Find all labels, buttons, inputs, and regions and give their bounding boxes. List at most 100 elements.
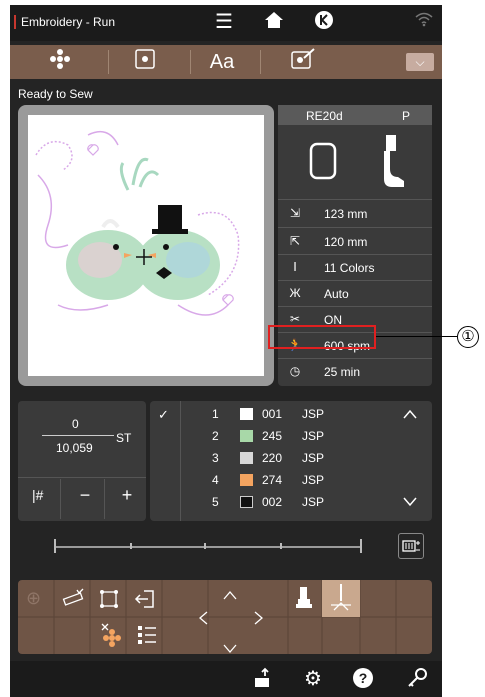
hoop-size: RE20d <box>306 109 343 123</box>
stitch-minus-button[interactable]: − <box>70 485 100 506</box>
home-icon[interactable] <box>260 10 288 36</box>
hoop-header: RE20d P <box>278 105 432 125</box>
arrow-right-icon[interactable] <box>254 610 264 631</box>
info-row-time: ◷ 25 min <box>278 359 432 385</box>
jump-stitch-icon: Ж <box>289 286 301 300</box>
speed-highlight-box <box>268 325 376 349</box>
color-index: 5 <box>212 495 219 509</box>
expand-button[interactable]: ⌵ <box>406 53 434 71</box>
needle-down-button[interactable] <box>322 580 360 617</box>
tab-divider <box>190 50 191 74</box>
row-divider <box>278 199 432 200</box>
color-index: 3 <box>212 451 219 465</box>
slider-tick <box>204 543 206 549</box>
slider-tick <box>280 543 282 549</box>
thread-spool-icon: Ⅰ <box>293 260 297 274</box>
export-icon[interactable] <box>250 667 276 691</box>
preview-canvas <box>28 115 264 376</box>
move-to-edge-icon[interactable] <box>134 588 156 615</box>
thread-code: 245 <box>262 429 283 443</box>
screen-title: Embroidery - Run <box>14 15 115 29</box>
color-swatch <box>240 474 253 486</box>
row-divider <box>18 477 146 478</box>
machine-screen: Embroidery - Run ☰ Aa ⌵ Ready to Sew RE2… <box>10 5 442 697</box>
tab-font[interactable]: Aa <box>202 48 242 76</box>
thread-code: 002 <box>262 495 283 509</box>
action-toolbar: ⊕ <box>18 580 432 654</box>
color-index: 4 <box>212 473 219 487</box>
thread-brand: JSP <box>302 429 325 443</box>
thread-brand: JSP <box>302 451 325 465</box>
color-sort-icon[interactable] <box>100 622 124 653</box>
arrow-down-icon[interactable] <box>222 638 238 659</box>
stitch-current: 0 <box>72 417 79 431</box>
stitch-plus-button[interactable]: + <box>112 485 142 506</box>
slider-track <box>54 546 362 548</box>
tab-divider <box>108 50 109 74</box>
foot-type: P <box>402 109 411 123</box>
embroidery-design-image <box>35 130 240 316</box>
slider-end-tick <box>360 539 362 553</box>
key-icon[interactable] <box>404 667 430 691</box>
tab-settings-edit[interactable] <box>278 48 328 76</box>
embroidery-preview[interactable] <box>18 105 274 386</box>
callout-line <box>376 336 457 337</box>
clock-icon: ◷ <box>289 364 301 378</box>
status-bar: Embroidery - Run ☰ <box>10 5 442 41</box>
stitch-divider <box>42 435 114 436</box>
stitch-unit: ST <box>116 431 132 445</box>
info-row-colors: Ⅰ 11 Colors <box>278 255 432 281</box>
scissors-icon: ✂ <box>289 312 301 326</box>
thread-code: 274 <box>262 473 283 487</box>
stitch-position-slider[interactable] <box>10 525 442 575</box>
back-icon[interactable] <box>310 10 338 36</box>
thread-code: 220 <box>262 451 283 465</box>
color-list-item[interactable]: 4 274 JSP <box>150 471 432 489</box>
stitch-jump-icon[interactable]: |# <box>32 487 43 503</box>
color-list-item[interactable]: 2 245 JSP <box>150 427 432 445</box>
trace-frame-icon[interactable] <box>98 588 120 615</box>
status-text: Ready to Sew <box>18 87 93 101</box>
menu-icon[interactable]: ☰ <box>210 10 238 34</box>
color-index: 2 <box>212 429 219 443</box>
info-row-height: ⇱ 120 mm <box>278 229 432 255</box>
stitch-total: 10,059 <box>56 441 93 455</box>
color-list-icon[interactable] <box>136 624 158 651</box>
slider-start-tick <box>54 539 56 553</box>
height-icon: ⇱ <box>289 234 301 248</box>
presser-foot-up-icon[interactable] <box>294 586 314 617</box>
width-icon: ⇲ <box>289 206 301 220</box>
color-list-item[interactable]: 3 220 JSP <box>150 449 432 467</box>
thread-brand: JSP <box>302 495 325 509</box>
thread-brand: JSP <box>302 473 325 487</box>
color-list-item[interactable]: 5 002 JSP <box>150 493 432 511</box>
scroll-down-icon[interactable] <box>402 495 418 511</box>
callout-number: ① <box>457 326 479 348</box>
color-swatch <box>240 430 253 442</box>
thread-code: 001 <box>262 407 283 421</box>
mode-tabs: Aa ⌵ <box>10 45 442 79</box>
wifi-icon <box>410 10 438 34</box>
color-list-item[interactable]: 1 001 JSP <box>150 405 432 423</box>
crosshair-icon[interactable]: ⊕ <box>26 588 41 609</box>
gear-icon[interactable]: ⚙ <box>300 667 326 691</box>
scroll-up-icon[interactable] <box>402 407 418 423</box>
color-list-panel: ✓ 1 001 JSP 2 245 JSP 3 220 JSP 4 274 JSP 5 002 JSP <box>150 401 432 521</box>
arrow-up-icon[interactable] <box>222 584 238 605</box>
color-index: 1 <box>212 407 219 421</box>
col-divider <box>60 479 61 519</box>
help-icon[interactable]: ? <box>350 667 376 691</box>
slider-tick <box>130 543 132 549</box>
slider-mode-button[interactable] <box>398 533 424 559</box>
bottom-bar: ⚙ ? <box>10 661 442 697</box>
tab-pattern[interactable] <box>30 48 90 76</box>
tab-edit[interactable] <box>120 48 170 76</box>
stitch-counter-panel: 0 10,059 ST |# − + <box>18 401 146 521</box>
color-swatch <box>240 408 253 420</box>
color-swatch <box>240 452 253 464</box>
info-row-width: ⇲ 123 mm <box>278 201 432 227</box>
thread-brand: JSP <box>302 407 325 421</box>
arrow-left-icon[interactable] <box>198 610 208 631</box>
ruler-check-icon[interactable] <box>62 588 84 613</box>
tab-divider <box>260 50 261 74</box>
